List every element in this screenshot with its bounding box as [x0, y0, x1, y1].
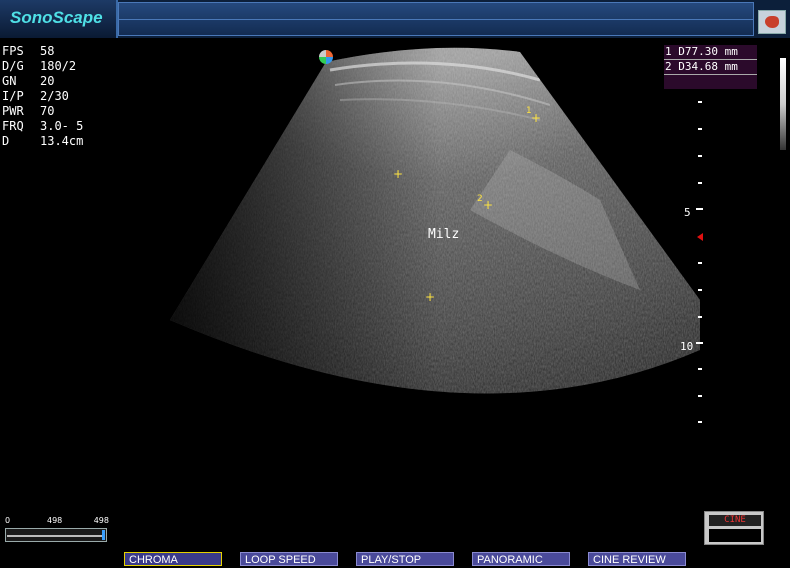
cine-current-label: 498: [47, 516, 63, 525]
cine-indicator: CINE: [704, 511, 764, 545]
measurement-cursor[interactable]: +: [531, 112, 541, 124]
measurement-cursor[interactable]: +: [425, 291, 435, 303]
measurement-result: 1 D77.30 mm: [664, 45, 757, 60]
cine-label: CINE: [709, 515, 761, 526]
softkey-bar: CHROMA LOOP SPEED PLAY/STOP PANORAMIC CI…: [0, 550, 790, 568]
measurement-cursor[interactable]: +: [393, 168, 403, 180]
cine-handle[interactable]: [102, 530, 105, 540]
cine-progress[interactable]: 0 498 498: [5, 516, 109, 546]
softkey-panoramic[interactable]: PANORAMIC: [472, 552, 570, 566]
depth-label: 10: [680, 340, 694, 353]
depth-tick: [698, 155, 702, 157]
cursor-label: 1: [526, 106, 532, 116]
depth-tick: [698, 316, 702, 318]
depth-tick: [698, 421, 702, 423]
organ-annotation: Milz: [428, 227, 460, 242]
measurement-results: 1 D77.30 mm 2 D34.68 mm: [664, 45, 757, 89]
depth-tick: [698, 128, 702, 130]
cine-start-label: 0: [5, 516, 11, 525]
softkey-cine-review[interactable]: CINE REVIEW: [588, 552, 686, 566]
focus-marker[interactable]: [697, 233, 703, 241]
grayscale-bar: [780, 58, 786, 150]
measurement-cursor[interactable]: +: [483, 199, 493, 211]
softkey-play-stop[interactable]: PLAY/STOP: [356, 552, 454, 566]
depth-label: 5: [684, 206, 691, 219]
cursor-label: 2: [477, 194, 483, 204]
depth-tick: [696, 208, 703, 210]
cine-end-label: 498: [93, 516, 109, 525]
depth-tick: [698, 101, 702, 103]
measurement-result: 2 D34.68 mm: [664, 60, 757, 75]
depth-tick: [698, 289, 702, 291]
probe-orientation-icon: [319, 50, 333, 64]
depth-tick: [698, 395, 702, 397]
softkey-chroma[interactable]: CHROMA: [124, 552, 222, 566]
depth-tick: [698, 262, 702, 264]
softkey-loop-speed[interactable]: LOOP SPEED: [240, 552, 338, 566]
depth-tick: [698, 182, 702, 184]
cine-track[interactable]: [5, 528, 107, 542]
depth-tick: [698, 368, 702, 370]
depth-tick: [696, 342, 703, 344]
